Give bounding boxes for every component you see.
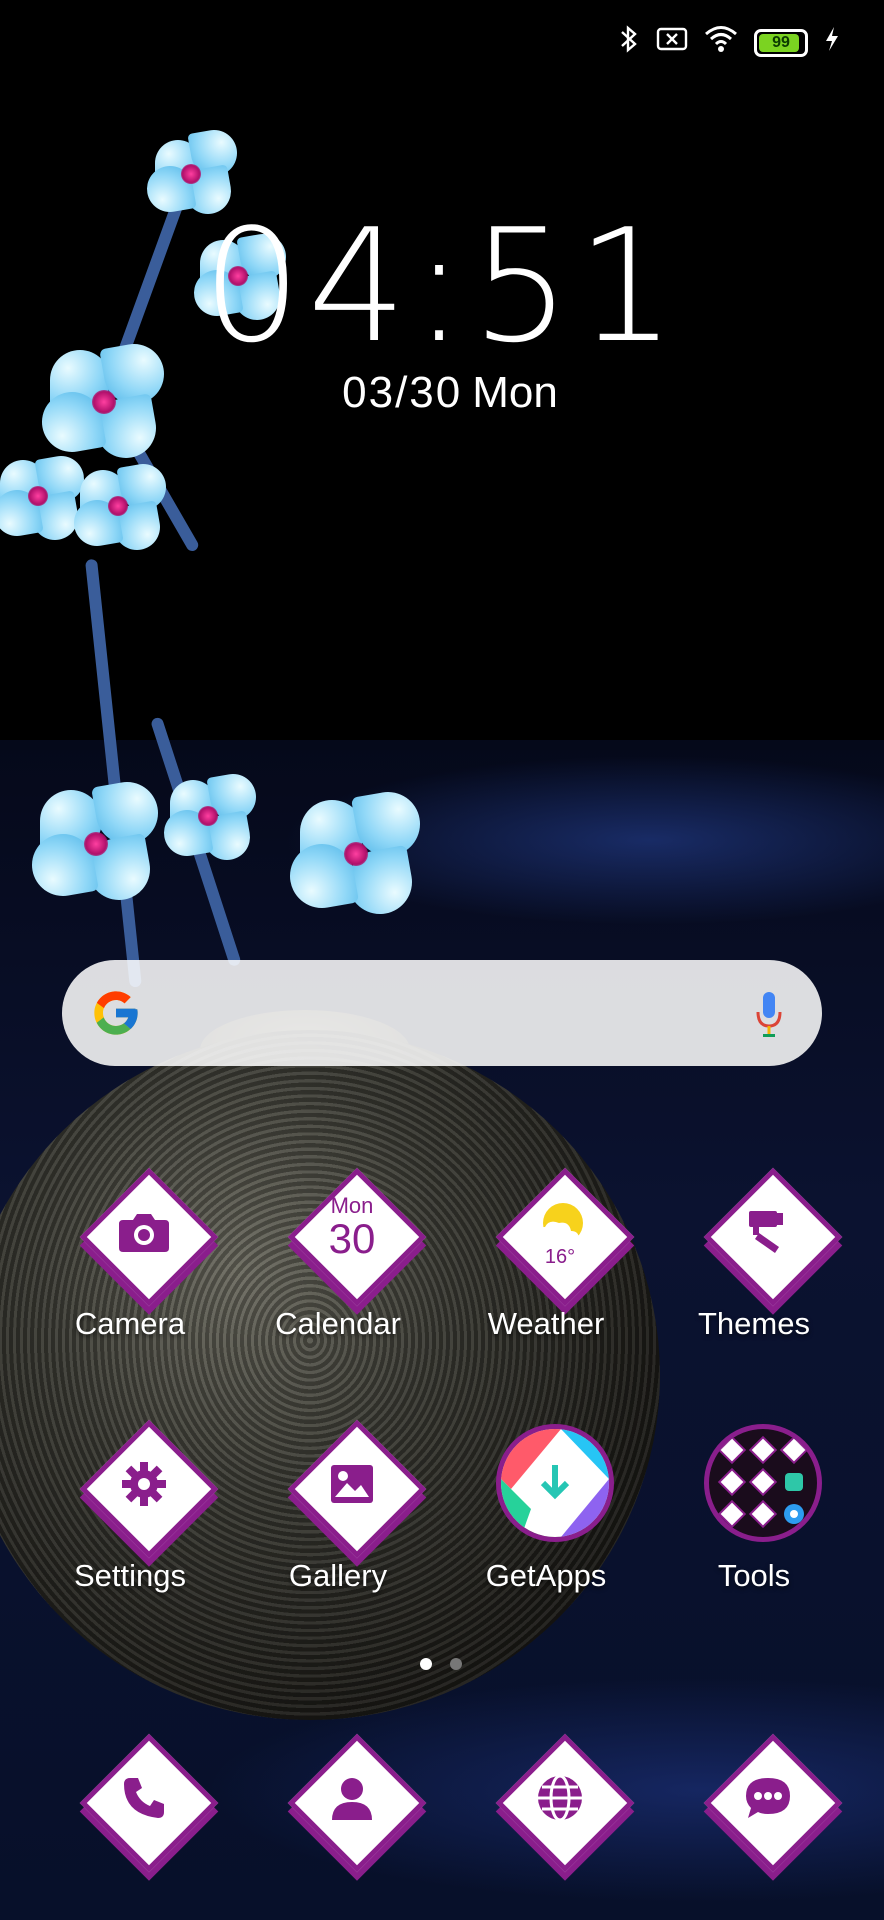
app-label: GetApps <box>485 1558 607 1593</box>
brush-icon <box>706 1170 830 1294</box>
weather-temp: 16° <box>544 1246 576 1268</box>
app-label: Tools <box>717 1558 791 1593</box>
app-weather[interactable]: 16° Weather <box>456 1167 636 1370</box>
camera-tile <box>79 1167 219 1307</box>
browser-icon <box>498 1736 622 1860</box>
phone-icon <box>82 1736 206 1860</box>
app-label: Calendar <box>275 1306 401 1341</box>
camera-icon <box>82 1170 206 1294</box>
status-icons: 99 <box>618 24 840 62</box>
dock-messages[interactable] <box>664 1733 844 1876</box>
google-logo-icon <box>94 991 138 1035</box>
page-indicator[interactable] <box>420 1658 462 1670</box>
tools-folder-icon <box>704 1424 822 1542</box>
date-weekday: Mon <box>472 368 558 417</box>
contacts-icon <box>290 1736 414 1860</box>
app-themes[interactable]: Themes <box>664 1167 844 1370</box>
app-label: Gallery <box>288 1558 388 1593</box>
image-icon <box>290 1422 414 1546</box>
battery-icon: 99 <box>754 29 808 57</box>
charging-icon <box>824 26 840 60</box>
phone-tile <box>79 1733 219 1873</box>
calendar-icon: Mon 30 <box>290 1170 414 1294</box>
app-camera[interactable]: Camera <box>40 1167 220 1370</box>
weather-tile: 16° <box>495 1167 635 1307</box>
gear-icon <box>82 1422 206 1546</box>
app-label: Themes <box>698 1306 810 1341</box>
messages-tile <box>703 1733 843 1873</box>
bluetooth-icon <box>618 24 640 62</box>
messages-icon <box>706 1736 830 1860</box>
microphone-icon[interactable] <box>754 990 784 1040</box>
calendar-tile: Mon 30 <box>287 1167 427 1307</box>
folder-tools[interactable]: Tools <box>664 1422 844 1622</box>
app-settings[interactable]: Settings <box>40 1419 220 1622</box>
date-month-day: 03/30 <box>342 368 463 417</box>
app-calendar[interactable]: Mon 30 Calendar <box>248 1167 428 1370</box>
gallery-tile <box>287 1419 427 1559</box>
weather-icon <box>498 1170 622 1294</box>
clock-date[interactable]: 03/30 Mon <box>0 368 884 418</box>
app-gallery[interactable]: Gallery <box>248 1419 428 1622</box>
app-label: Camera <box>74 1306 186 1341</box>
themes-tile <box>703 1167 843 1307</box>
clock-time[interactable]: 04:51 <box>0 195 884 377</box>
google-search-bar[interactable] <box>62 960 822 1066</box>
getapps-icon <box>496 1424 614 1542</box>
browser-tile <box>495 1733 635 1873</box>
calendar-date: 30 <box>328 1215 376 1262</box>
no-sim-icon <box>656 26 688 60</box>
settings-tile <box>79 1419 219 1559</box>
battery-level: 99 <box>772 34 790 51</box>
wifi-icon <box>704 25 738 61</box>
status-bar: 99 <box>0 24 884 58</box>
dock-browser[interactable] <box>456 1733 636 1876</box>
app-label: Weather <box>487 1306 605 1341</box>
contacts-tile <box>287 1733 427 1873</box>
page-dot-1[interactable] <box>420 1658 432 1670</box>
dock-phone[interactable] <box>40 1733 220 1876</box>
app-label: Settings <box>73 1558 186 1593</box>
page-dot-2[interactable] <box>450 1658 462 1670</box>
dock-contacts[interactable] <box>248 1733 428 1876</box>
app-getapps[interactable]: GetApps <box>456 1422 636 1622</box>
